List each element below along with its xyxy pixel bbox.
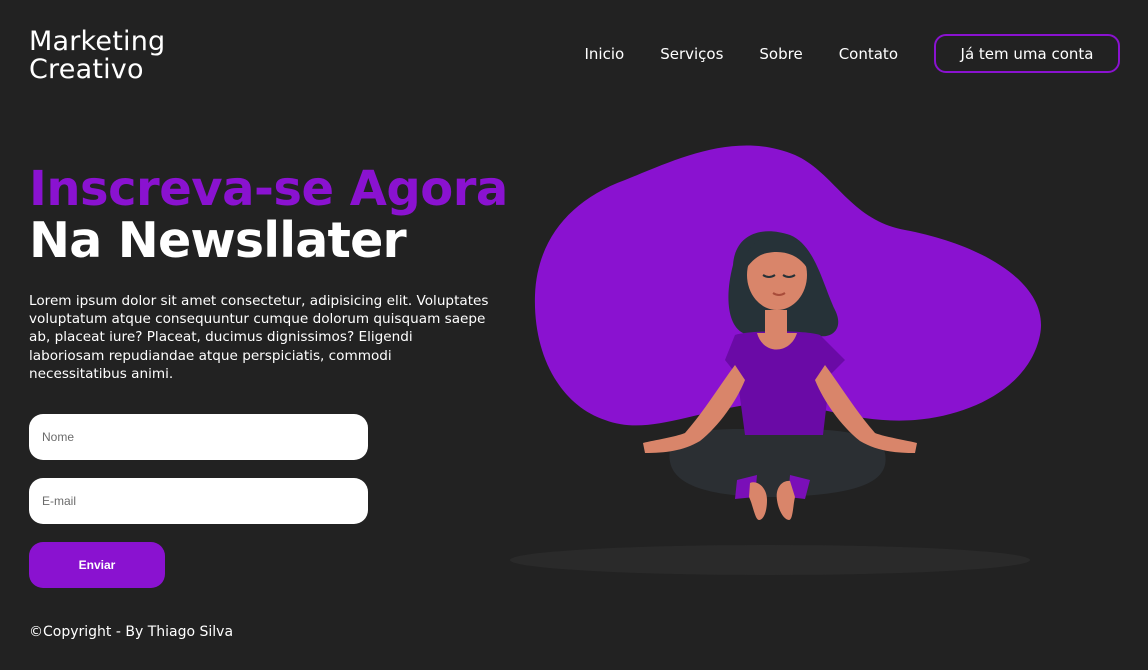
main-nav: Inicio Serviços Sobre Contato Já tem uma… [585, 34, 1120, 73]
meditating-woman-illustration [510, 145, 1042, 575]
brand-line-1: Marketing [29, 26, 166, 57]
email-input[interactable] [29, 478, 368, 524]
brand-line-2: Creativo [29, 54, 144, 85]
nav-link-sobre[interactable]: Sobre [759, 45, 802, 63]
brand-logo[interactable]: Marketing Creativo [29, 28, 165, 84]
hero-title-main: Na Newsllater [29, 212, 407, 269]
hero-description: Lorem ipsum dolor sit amet consectetur, … [29, 293, 489, 382]
footer-copyright: ©Copyright - By Thiago Silva [29, 624, 234, 640]
floor-shadow [510, 545, 1030, 575]
nav-link-inicio[interactable]: Inicio [585, 45, 625, 63]
login-button[interactable]: Já tem uma conta [934, 34, 1120, 73]
name-input[interactable] [29, 414, 368, 460]
hero-title-highlight: Inscreva-se Agora [29, 161, 508, 217]
submit-button[interactable]: Enviar [29, 542, 165, 588]
nav-link-contato[interactable]: Contato [839, 45, 898, 63]
nav-link-servicos[interactable]: Serviços [660, 45, 723, 63]
neck [765, 310, 787, 336]
page: Marketing Creativo Inicio Serviços Sobre… [0, 0, 1148, 670]
